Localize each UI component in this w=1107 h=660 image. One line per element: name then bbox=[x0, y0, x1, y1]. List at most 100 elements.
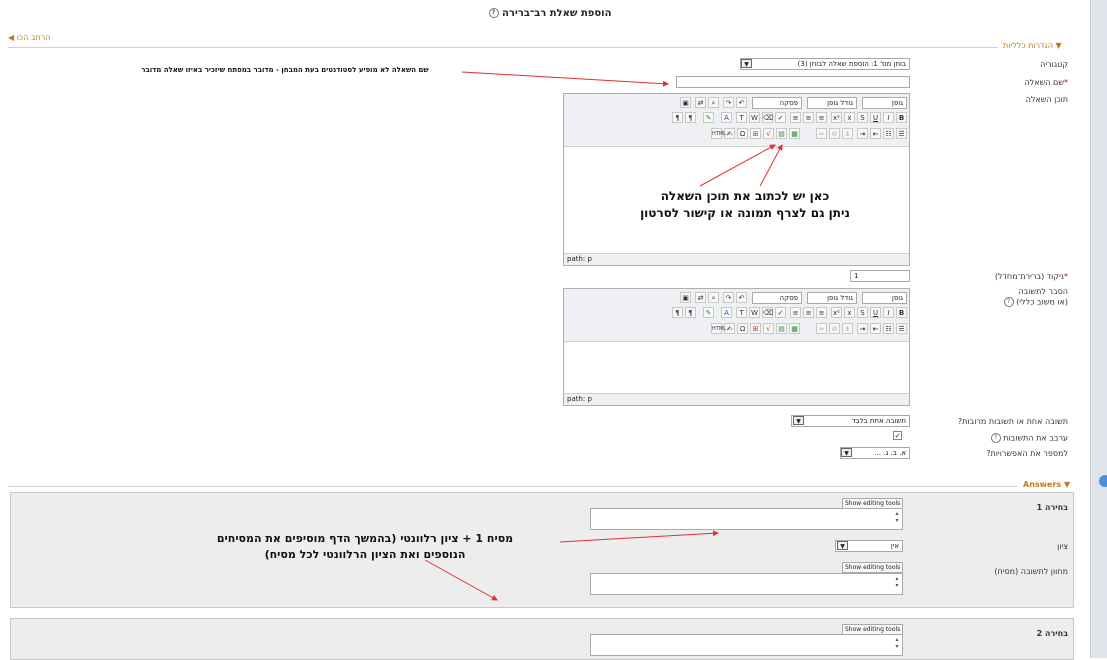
italic-icon[interactable]: I bbox=[883, 307, 894, 318]
scroll-arrows-icon[interactable]: ▴ ▾ bbox=[893, 510, 901, 528]
bullet-list-icon[interactable]: ☰ bbox=[896, 128, 907, 139]
unlink-icon[interactable]: ⊘ bbox=[829, 128, 840, 139]
replace-icon[interactable]: ⇄ bbox=[695, 97, 706, 108]
table-icon[interactable]: ⊞ bbox=[750, 323, 761, 334]
answers-legend[interactable]: ▼ Answers bbox=[1020, 480, 1074, 489]
chevron-down-icon[interactable]: ▼ bbox=[741, 59, 752, 68]
redo-icon[interactable]: ↷ bbox=[723, 292, 734, 303]
font-size-select[interactable]: גודל גופן bbox=[807, 292, 857, 304]
numbered-list-icon[interactable]: ☷ bbox=[883, 323, 894, 334]
rtl-icon[interactable]: ¶ bbox=[672, 307, 683, 318]
align-right-icon[interactable]: ≡ bbox=[816, 112, 827, 123]
help-icon[interactable]: ? bbox=[1003, 297, 1014, 307]
show-editing-tools-button[interactable]: Show editing tools bbox=[842, 562, 904, 573]
align-left-icon[interactable]: ≡ bbox=[790, 112, 801, 123]
bullet-list-icon[interactable]: ☰ bbox=[896, 323, 907, 334]
equation-icon[interactable]: √ bbox=[763, 323, 774, 334]
undo-icon[interactable]: ↶ bbox=[736, 97, 747, 108]
ltr-icon[interactable]: ¶ bbox=[685, 112, 696, 123]
font-size-select[interactable]: גודל גופן bbox=[807, 97, 857, 109]
indent-icon[interactable]: ⇥ bbox=[857, 128, 868, 139]
subscript-icon[interactable]: x bbox=[844, 307, 855, 318]
indent-icon[interactable]: ⇥ bbox=[857, 323, 868, 334]
find-icon[interactable]: ⌕ bbox=[708, 97, 719, 108]
numbered-list-icon[interactable]: ☷ bbox=[883, 128, 894, 139]
html-icon[interactable]: HTML bbox=[711, 128, 726, 139]
ltr-icon[interactable]: ¶ bbox=[685, 307, 696, 318]
superscript-icon[interactable]: x² bbox=[831, 307, 842, 318]
undo-icon[interactable]: ↶ bbox=[736, 292, 747, 303]
highlight-icon[interactable]: ✎ bbox=[703, 307, 714, 318]
anchor-icon[interactable]: ⚓ bbox=[842, 128, 853, 139]
align-left-icon[interactable]: ≡ bbox=[790, 307, 801, 318]
image-icon[interactable]: ▦ bbox=[789, 323, 800, 334]
help-icon[interactable]: ? bbox=[990, 433, 1001, 443]
back-link-text[interactable]: הרחב הכו bbox=[17, 33, 51, 42]
anchor-icon[interactable]: ⚓ bbox=[842, 323, 853, 334]
redo-icon[interactable]: ↷ bbox=[723, 97, 734, 108]
font-select[interactable]: גופן bbox=[862, 292, 907, 304]
scroll-arrows-icon[interactable]: ▴ ▾ bbox=[893, 575, 901, 593]
fullscreen-icon[interactable]: ▣ bbox=[680, 292, 691, 303]
rtl-icon[interactable]: ¶ bbox=[672, 112, 683, 123]
subscript-icon[interactable]: x bbox=[844, 112, 855, 123]
italic-icon[interactable]: I bbox=[883, 112, 894, 123]
paste-text-icon[interactable]: T bbox=[736, 112, 747, 123]
image-icon[interactable]: ▦ bbox=[789, 128, 800, 139]
outdent-icon[interactable]: ⇤ bbox=[870, 323, 881, 334]
paste-word-icon[interactable]: W bbox=[749, 307, 760, 318]
strikethrough-icon[interactable]: S bbox=[857, 112, 868, 123]
equation-icon[interactable]: √ bbox=[763, 128, 774, 139]
choice-1-feedback-input[interactable]: ▴ ▾ bbox=[590, 573, 903, 595]
paste-text-icon[interactable]: T bbox=[736, 307, 747, 318]
clean-icon[interactable]: ✓ bbox=[775, 112, 786, 123]
unlink-icon[interactable]: ⊘ bbox=[829, 323, 840, 334]
scroll-arrows-icon[interactable]: ▴ ▾ bbox=[893, 636, 901, 654]
general-legend[interactable]: ▼ הגדרות כלליות bbox=[1000, 41, 1065, 50]
link-icon[interactable]: ∞ bbox=[816, 323, 827, 334]
erase-icon[interactable]: ⌫ bbox=[762, 112, 773, 123]
omega-icon[interactable]: Ω bbox=[737, 323, 748, 334]
outdent-icon[interactable]: ⇤ bbox=[870, 128, 881, 139]
paste-word-icon[interactable]: W bbox=[749, 112, 760, 123]
paragraph-select[interactable]: פסקה bbox=[752, 97, 802, 109]
omega-icon[interactable]: Ω bbox=[737, 128, 748, 139]
single-select[interactable]: תשובה אחת בלבד bbox=[791, 415, 910, 427]
fullscreen-icon[interactable]: ▣ bbox=[680, 97, 691, 108]
erase-icon[interactable]: ⌫ bbox=[762, 307, 773, 318]
find-icon[interactable]: ⌕ bbox=[708, 292, 719, 303]
align-right-icon[interactable]: ≡ bbox=[816, 307, 827, 318]
feedback-editor[interactable]: גופן גודל גופן פסקה ↶ ↷ ⌕ ⇄ ▣ B I U S x … bbox=[563, 288, 910, 406]
html-icon[interactable]: HTML bbox=[711, 323, 726, 334]
underline-icon[interactable]: U bbox=[870, 307, 881, 318]
media-icon[interactable]: ▤ bbox=[776, 323, 787, 334]
choice-2-answer-input[interactable]: ▴ ▾ bbox=[590, 634, 903, 656]
paragraph-select[interactable]: פסקה bbox=[752, 292, 802, 304]
question-name-input[interactable] bbox=[676, 76, 910, 88]
highlight-icon[interactable]: ✎ bbox=[703, 112, 714, 123]
chevron-down-icon[interactable]: ▼ bbox=[837, 541, 848, 550]
strikethrough-icon[interactable]: S bbox=[857, 307, 868, 318]
choice-1-answer-input[interactable]: ▴ ▾ bbox=[590, 508, 903, 530]
category-select[interactable]: בוחן מס' 1: הוספת שאלה לבוחן (3) bbox=[740, 58, 910, 70]
chevron-down-icon[interactable]: ▼ bbox=[793, 416, 804, 425]
shuffle-checkbox[interactable]: ✓ bbox=[893, 431, 902, 440]
bold-icon[interactable]: B bbox=[896, 307, 907, 318]
font-select[interactable]: גופן bbox=[862, 97, 907, 109]
font-color-icon[interactable]: A bbox=[721, 307, 732, 318]
chevron-down-icon[interactable]: ▼ bbox=[841, 448, 852, 457]
align-center-icon[interactable]: ≡ bbox=[803, 112, 814, 123]
help-icon[interactable]: ? bbox=[488, 8, 499, 18]
superscript-icon[interactable]: x² bbox=[831, 112, 842, 123]
table-icon[interactable]: ⊞ bbox=[750, 128, 761, 139]
grade-input[interactable]: 1 bbox=[850, 270, 910, 282]
sidebar-toggle-icon[interactable] bbox=[1099, 475, 1107, 487]
media-icon[interactable]: ▤ bbox=[776, 128, 787, 139]
back-link[interactable]: ◀ הרחב הכו bbox=[8, 33, 50, 42]
question-text-editor[interactable]: גופן גודל גופן פסקה ↶ ↷ ⌕ ⇄ ▣ B I U S x … bbox=[563, 93, 910, 266]
clean-icon[interactable]: ✓ bbox=[775, 307, 786, 318]
replace-icon[interactable]: ⇄ bbox=[695, 292, 706, 303]
link-icon[interactable]: ∞ bbox=[816, 128, 827, 139]
bold-icon[interactable]: B bbox=[896, 112, 907, 123]
underline-icon[interactable]: U bbox=[870, 112, 881, 123]
